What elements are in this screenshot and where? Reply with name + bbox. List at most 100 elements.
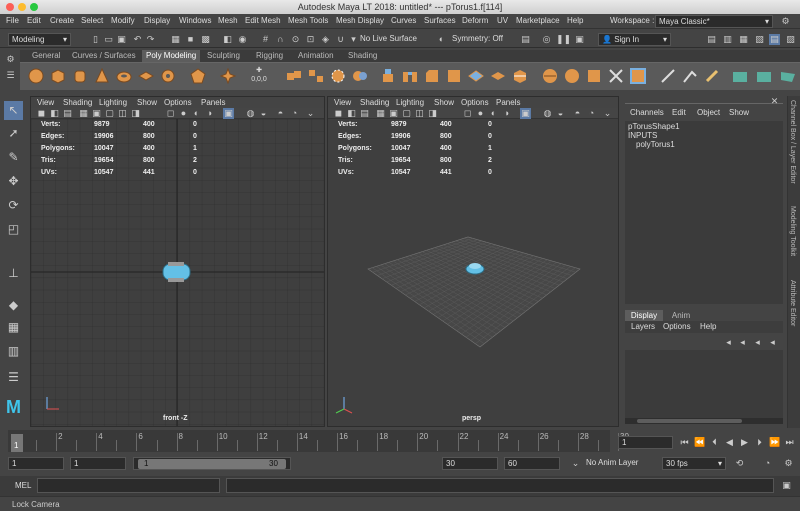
- animation-start-field[interactable]: 1: [8, 457, 64, 470]
- zoom-window-button[interactable]: [30, 3, 38, 11]
- textured-icon[interactable]: ◑: [501, 108, 512, 119]
- tab-display[interactable]: Display: [625, 310, 663, 321]
- input-node[interactable]: polyTorus1: [628, 140, 780, 149]
- menu-set-dropdown[interactable]: Modeling ▾: [8, 33, 71, 46]
- layout-editor-icon[interactable]: ▤: [706, 34, 717, 45]
- scrollbar-thumb[interactable]: [637, 419, 742, 423]
- playback-start-field[interactable]: 1: [70, 457, 126, 470]
- boolean-icon[interactable]: [352, 68, 368, 84]
- poly-cylinder-icon[interactable]: [72, 68, 88, 84]
- textured-icon[interactable]: ◑: [204, 108, 215, 119]
- side-tab-channel-box[interactable]: Channel Box / Layer Editor: [789, 100, 796, 184]
- select-hierarchy-icon[interactable]: ▦: [170, 34, 181, 45]
- poke-icon[interactable]: [630, 68, 646, 84]
- multi-cut-icon[interactable]: [490, 68, 506, 84]
- select-by-type-icon[interactable]: ◧: [222, 34, 233, 45]
- ambient-occlusion-icon[interactable]: ◓: [572, 108, 583, 119]
- cb-menu-edit[interactable]: Edit: [672, 108, 686, 117]
- menu-display[interactable]: Display: [144, 16, 170, 25]
- resolution-gate-icon[interactable]: ▢: [401, 108, 412, 119]
- vp-menu-view[interactable]: View: [37, 97, 54, 108]
- pause-icon[interactable]: ❚❚: [556, 34, 571, 45]
- go-to-end-icon[interactable]: ⏭: [784, 437, 795, 448]
- tab-sculpting[interactable]: Sculpting: [203, 50, 244, 62]
- minimize-window-button[interactable]: [18, 3, 26, 11]
- close-window-button[interactable]: [6, 3, 14, 11]
- rotate-tool-icon[interactable]: ⟳: [4, 196, 23, 215]
- animation-end-field[interactable]: 60: [504, 457, 560, 470]
- symmetry-field[interactable]: Symmetry: Off: [449, 33, 509, 46]
- planar-mapping-icon[interactable]: [682, 68, 698, 84]
- tab-general[interactable]: General: [28, 50, 64, 62]
- menu-windows[interactable]: Windows: [179, 16, 211, 25]
- wireframe-icon[interactable]: ◻: [462, 108, 473, 119]
- new-layer-icon[interactable]: ◂: [723, 337, 734, 348]
- super-shape-icon[interactable]: [220, 68, 236, 84]
- vp-menu-show[interactable]: Show: [137, 97, 157, 108]
- loop-icon[interactable]: ⟲: [734, 458, 745, 469]
- render-view-icon[interactable]: ▣: [574, 34, 585, 45]
- close-icon[interactable]: ✕: [769, 96, 780, 107]
- animation-prefs-icon[interactable]: ⚙: [783, 458, 794, 469]
- save-scene-icon[interactable]: ▣: [116, 34, 127, 45]
- two-pane-layout-icon[interactable]: ▥: [4, 342, 23, 361]
- unfold-uv-icon[interactable]: [732, 68, 748, 84]
- vp-menu-lighting[interactable]: Lighting: [396, 97, 424, 108]
- layer-scrollbar[interactable]: [625, 418, 783, 424]
- camera-icon[interactable]: ◼: [36, 108, 47, 119]
- paint-select-icon[interactable]: ✎: [4, 148, 23, 167]
- move-layer-down-icon[interactable]: ◂: [767, 337, 778, 348]
- vp-menu-options[interactable]: Options: [164, 97, 192, 108]
- vp-menu-panels[interactable]: Panels: [496, 97, 520, 108]
- render-frame-icon[interactable]: ◎: [541, 34, 552, 45]
- layer-menu-options[interactable]: Options: [663, 321, 691, 333]
- smooth-icon[interactable]: [330, 68, 346, 84]
- tab-shading[interactable]: Shading: [344, 50, 381, 62]
- lasso-tool-icon[interactable]: ➚: [4, 124, 23, 143]
- side-tab-attribute-editor[interactable]: Attribute Editor: [789, 280, 796, 326]
- timeline-track[interactable]: 1 24681012141618202224262830: [8, 430, 629, 452]
- new-layer-selected-icon[interactable]: ◂: [737, 337, 748, 348]
- wireframe-on-shaded-icon[interactable]: ◐: [191, 108, 202, 119]
- menu-deform[interactable]: Deform: [462, 16, 488, 25]
- play-backwards-icon[interactable]: ◀: [724, 437, 735, 448]
- vp-menu-panels[interactable]: Panels: [201, 97, 225, 108]
- script-editor-icon[interactable]: ▣: [781, 480, 792, 491]
- step-forward-key-icon[interactable]: ⏩: [769, 437, 780, 448]
- shelf-menu-icon[interactable]: ☰: [5, 70, 16, 81]
- vp-menu-view[interactable]: View: [334, 97, 351, 108]
- workspace-dropdown[interactable]: Maya Classic* ▾: [655, 15, 773, 28]
- sign-in-button[interactable]: 👤 Sign In ▾: [598, 33, 671, 46]
- select-component-icon[interactable]: ▩: [200, 34, 211, 45]
- mel-label[interactable]: MEL: [15, 481, 31, 490]
- bookmark-icon[interactable]: ▤: [62, 108, 73, 119]
- select-tool-icon[interactable]: ↖: [4, 101, 23, 120]
- bridge-icon[interactable]: [402, 68, 418, 84]
- range-bar[interactable]: 1 30: [133, 457, 291, 470]
- fill-hole-icon[interactable]: [468, 68, 484, 84]
- ambient-occlusion-icon[interactable]: ◓: [275, 108, 286, 119]
- layer-menu-layers[interactable]: Layers: [631, 321, 655, 333]
- menu-edit-mesh[interactable]: Edit Mesh: [245, 16, 281, 25]
- current-frame-field[interactable]: 1: [618, 436, 673, 449]
- vp-menu-lighting[interactable]: Lighting: [99, 97, 127, 108]
- isolate-select-icon[interactable]: ▣: [520, 108, 531, 119]
- tool-settings-icon[interactable]: ▧: [754, 34, 765, 45]
- poly-plane-icon[interactable]: [138, 68, 154, 84]
- single-pane-layout-icon[interactable]: ◆: [4, 296, 23, 315]
- menu-curves[interactable]: Curves: [391, 16, 416, 25]
- open-scene-icon[interactable]: ▭: [103, 34, 114, 45]
- smooth-shade-icon[interactable]: ●: [178, 108, 189, 119]
- menu-edit[interactable]: Edit: [27, 16, 41, 25]
- lock-camera-icon[interactable]: ◧: [346, 108, 357, 119]
- film-gate-icon[interactable]: ▣: [91, 108, 102, 119]
- cb-menu-object[interactable]: Object: [697, 108, 720, 117]
- outliner-layout-icon[interactable]: ☰: [4, 368, 23, 387]
- gate-mask-icon[interactable]: ◫: [414, 108, 425, 119]
- resolution-gate-icon[interactable]: ▢: [104, 108, 115, 119]
- snap-curve-icon[interactable]: ∩: [275, 34, 286, 45]
- cb-menu-channels[interactable]: Channels: [630, 108, 664, 117]
- platonic-solid-icon[interactable]: [190, 68, 206, 84]
- type-tool-icon[interactable]: ✚ 0,0,0: [247, 66, 271, 83]
- move-layer-up-icon[interactable]: ◂: [752, 337, 763, 348]
